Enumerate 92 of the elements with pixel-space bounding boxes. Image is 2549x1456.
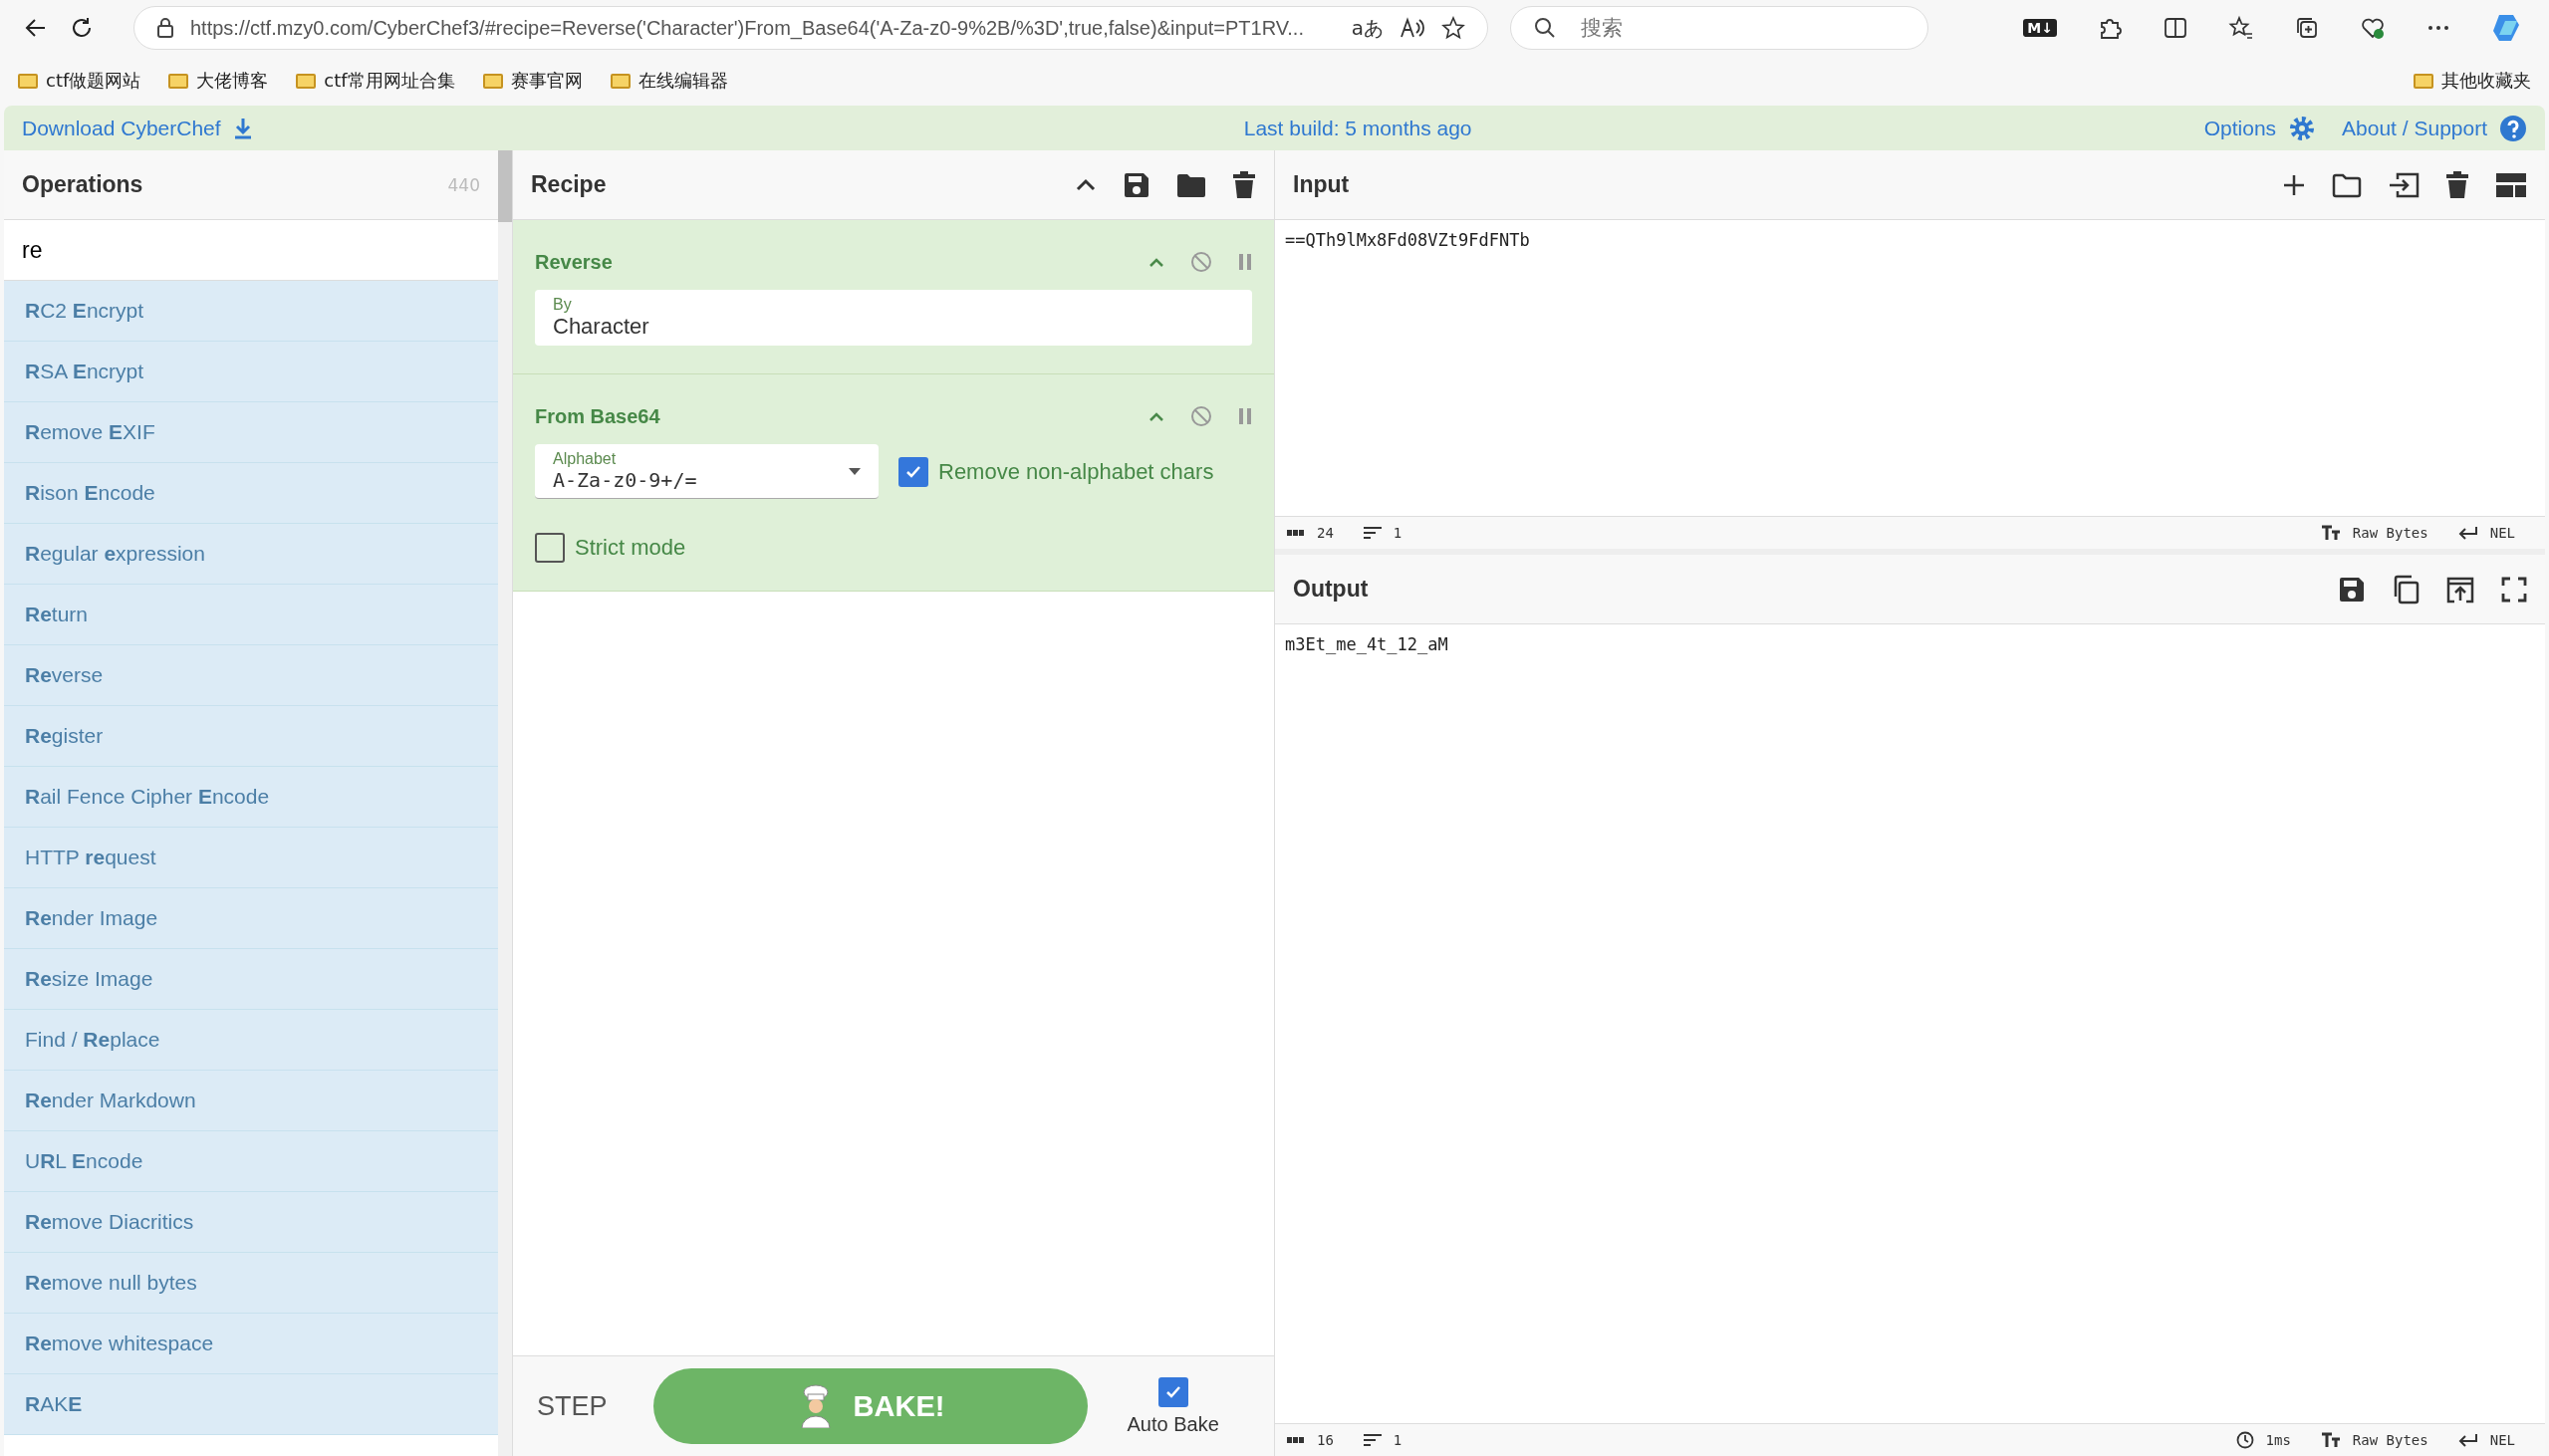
other-favorites-folder[interactable]: 其他收藏夹 bbox=[2414, 69, 2531, 93]
operation-item[interactable]: Remove whitespace bbox=[4, 1314, 498, 1374]
output-title: Output bbox=[1293, 576, 1369, 603]
lock-icon bbox=[156, 18, 174, 38]
search-field[interactable]: 搜索 bbox=[1510, 6, 1928, 50]
replace-input-icon[interactable] bbox=[2445, 575, 2475, 604]
options-link[interactable]: Options bbox=[2203, 114, 2317, 142]
layout-icon[interactable] bbox=[2495, 171, 2527, 198]
refresh-icon[interactable] bbox=[70, 16, 94, 40]
operation-item[interactable]: HTTP request bbox=[4, 828, 498, 888]
operation-item[interactable]: Remove Diacritics bbox=[4, 1192, 498, 1253]
output-text: m3Et_me_4t_12_aM bbox=[1284, 633, 1449, 656]
operation-item[interactable]: Reverse bbox=[4, 645, 498, 706]
lines-icon bbox=[1363, 526, 1382, 540]
save-icon[interactable] bbox=[2338, 575, 2366, 604]
operation-item[interactable]: Regular expression bbox=[4, 524, 498, 585]
operation-item[interactable]: Find / Replace bbox=[4, 1010, 498, 1071]
auto-bake-checkbox[interactable]: Auto Bake bbox=[1127, 1376, 1219, 1436]
by-field[interactable]: By Character bbox=[535, 290, 1252, 346]
checkbox-option[interactable]: Strict mode bbox=[535, 533, 1252, 563]
folder-icon[interactable] bbox=[1176, 171, 1206, 198]
line-count: 1 bbox=[1393, 525, 1402, 541]
font-icon bbox=[2320, 1432, 2341, 1448]
operation-item[interactable]: Render Markdown bbox=[4, 1071, 498, 1131]
about-support-link[interactable]: About / Support bbox=[2342, 114, 2527, 142]
bookmark[interactable]: 大佬博客 bbox=[168, 69, 269, 93]
eol-text[interactable]: NEL bbox=[2489, 525, 2515, 541]
star-icon[interactable] bbox=[1441, 16, 1465, 40]
font-icon bbox=[2320, 525, 2341, 541]
operation-item[interactable]: RSA Encrypt bbox=[4, 342, 498, 402]
help-icon bbox=[2499, 114, 2527, 142]
download-link[interactable]: Download CyberChef bbox=[22, 116, 253, 140]
operation-item[interactable]: Rail Fence Cipher Encode bbox=[4, 767, 498, 828]
bookmark[interactable]: ctf做题网站 bbox=[18, 69, 141, 93]
save-icon[interactable] bbox=[1123, 170, 1150, 199]
operation-item[interactable]: Resize Image bbox=[4, 949, 498, 1010]
bookmark[interactable]: ctf常用网址合集 bbox=[296, 69, 455, 93]
operation-name: From Base64 bbox=[535, 404, 660, 428]
abc-icon bbox=[1287, 1436, 1305, 1444]
plus-icon[interactable] bbox=[2282, 172, 2306, 197]
char-count: 16 bbox=[1317, 1432, 1334, 1448]
url-text: https://ctf.mzy0.com/CyberChef3/#recipe=Reverse('Character')From_Base64('A-Za-z0-9%2B/%3D',true,false)&input=PT1RV... bbox=[190, 16, 1305, 40]
operations-title: Operations bbox=[22, 171, 143, 198]
return-icon bbox=[2457, 526, 2478, 540]
operation-item[interactable]: RAKE bbox=[4, 1374, 498, 1435]
eol-text[interactable]: NEL bbox=[2489, 1432, 2515, 1448]
input-text[interactable]: ==QTh9lMx8Fd08VZt9FdFNTb bbox=[1275, 220, 2545, 516]
split-screen-icon[interactable] bbox=[2163, 15, 2188, 41]
alphabet-dropdown[interactable]: Alphabet A-Za-z0-9+/= bbox=[535, 444, 879, 499]
operation-item[interactable]: Rison Encode bbox=[4, 463, 498, 524]
favorites-icon[interactable] bbox=[2228, 15, 2254, 41]
scrollbar-thumb[interactable] bbox=[498, 150, 512, 222]
markdown-extension-button[interactable]: M↓ bbox=[2023, 19, 2057, 37]
bookmark[interactable]: 在线编辑器 bbox=[610, 69, 728, 93]
abc-icon bbox=[1287, 529, 1305, 537]
line-count: 1 bbox=[1393, 1432, 1402, 1448]
folder-icon[interactable] bbox=[2332, 171, 2362, 198]
recipe-title: Recipe bbox=[531, 171, 607, 198]
encoding-text[interactable]: Raw Bytes bbox=[2352, 1432, 2428, 1448]
input-title: Input bbox=[1293, 171, 1350, 198]
caret-icon bbox=[849, 468, 861, 476]
return-icon bbox=[2457, 1433, 2478, 1447]
last-build-text: Last build: 5 months ago bbox=[1242, 116, 1472, 140]
gear-icon bbox=[2288, 114, 2317, 142]
encoding-text[interactable]: Raw Bytes bbox=[2352, 525, 2428, 541]
step-button[interactable]: STEP bbox=[531, 1389, 614, 1423]
operation-item[interactable]: Remove EXIF bbox=[4, 402, 498, 463]
import-icon[interactable] bbox=[2388, 170, 2420, 199]
download-icon bbox=[232, 117, 253, 139]
operation-item[interactable]: RC2 Encrypt bbox=[4, 281, 498, 342]
char-count: 24 bbox=[1317, 525, 1334, 541]
operation-item[interactable]: Register bbox=[4, 706, 498, 767]
clock-icon bbox=[2235, 1431, 2254, 1449]
trash-icon[interactable] bbox=[2445, 170, 2469, 199]
bookmark[interactable]: 赛事官网 bbox=[482, 69, 583, 93]
operation-item[interactable]: Remove null bytes bbox=[4, 1253, 498, 1314]
bake-time: 1ms bbox=[2265, 1432, 2291, 1448]
collections-icon[interactable] bbox=[2294, 15, 2320, 41]
operation-name: Reverse bbox=[535, 250, 613, 274]
address-bar[interactable]: https://ctf.mzy0.com/CyberChef3/#recipe=Reverse('Character')From_Base64('A-Za-z0-9%2B/%3D',true,false)&input=PT1RV... aあ bbox=[133, 6, 1488, 50]
checkbox-option[interactable]: Remove non-alphabet chars bbox=[898, 456, 1214, 487]
copy-icon[interactable] bbox=[2392, 574, 2420, 605]
operations-count: 440 bbox=[447, 174, 480, 195]
read-aloud-icon[interactable] bbox=[1400, 17, 1425, 39]
fullscreen-icon[interactable] bbox=[2501, 576, 2527, 603]
translate-button[interactable]: aあ bbox=[1351, 14, 1384, 42]
trash-icon[interactable] bbox=[1232, 170, 1256, 199]
operation-item[interactable]: Render Image bbox=[4, 888, 498, 949]
operation-item[interactable]: URL Encode bbox=[4, 1131, 498, 1192]
operation-item[interactable]: Return bbox=[4, 585, 498, 645]
bake-button[interactable]: BAKE! bbox=[652, 1368, 1088, 1444]
lines-icon bbox=[1363, 1433, 1382, 1447]
